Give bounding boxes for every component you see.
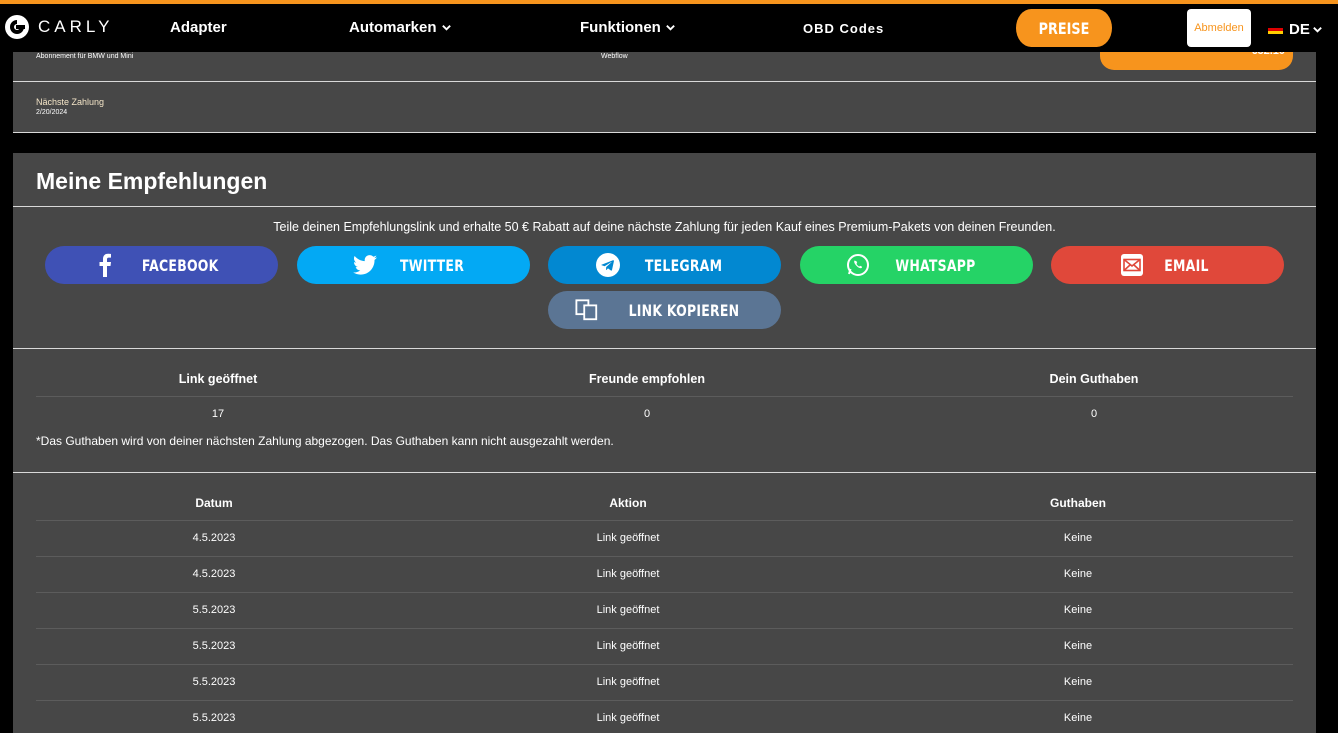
divider <box>13 472 1316 473</box>
table-row-divider <box>36 700 1293 701</box>
table-row-divider <box>36 556 1293 557</box>
nav-automarken[interactable]: Automarken <box>349 19 452 36</box>
stat-value-link-opened: 17 <box>211 408 225 420</box>
nav-automarken-label: Automarken <box>349 19 437 36</box>
table-row-divider <box>36 664 1293 665</box>
divider <box>13 132 1316 133</box>
divider <box>13 206 1316 207</box>
chevron-down-icon <box>666 25 675 31</box>
subscription-card: Abonnement für BMW und Mini Webflow €32.… <box>13 45 1316 133</box>
history-cell-action: Link geöffnet <box>596 568 660 580</box>
carly-logo-icon <box>5 15 29 39</box>
share-telegram-button[interactable]: TELEGRAM <box>548 246 781 284</box>
history-cell-action: Link geöffnet <box>596 532 660 544</box>
history-cell-credit: Keine <box>1063 568 1093 580</box>
share-email-button[interactable]: EMAIL <box>1051 246 1284 284</box>
language-selector[interactable]: DE <box>1268 21 1323 38</box>
history-cell-credit: Keine <box>1063 532 1093 544</box>
share-telegram-label: TELEGRAM <box>644 255 723 275</box>
referrals-section: Meine Empfehlungen Teile deinen Empfehlu… <box>13 153 1316 733</box>
history-cell-date: 5.5.2023 <box>192 712 236 724</box>
referrals-description: Teile deinen Empfehlungslink und erhalte… <box>273 220 1056 234</box>
nav-obd-codes-label: OBD Codes <box>803 21 885 36</box>
carly-logo[interactable]: CARLY <box>4 14 113 40</box>
history-cell-action: Link geöffnet <box>596 676 660 688</box>
nav-adapter[interactable]: Adapter <box>170 19 227 36</box>
share-email-label: EMAIL <box>1164 255 1209 275</box>
language-label: DE <box>1289 21 1310 38</box>
whatsapp-icon <box>846 253 870 277</box>
history-cell-date: 5.5.2023 <box>192 604 236 616</box>
subscription-product: Abonnement für BMW und Mini <box>36 53 134 60</box>
history-cell-action: Link geöffnet <box>596 640 660 652</box>
chevron-down-icon <box>1313 27 1322 33</box>
logo-text: CARLY <box>38 17 114 36</box>
divider <box>13 348 1316 349</box>
share-facebook-label: FACEBOOK <box>142 255 219 275</box>
top-navigation: CARLY Adapter Automarken Funktionen OBD … <box>0 0 1338 52</box>
history-cell-date: 4.5.2023 <box>192 532 236 544</box>
stat-value-credit: 0 <box>1090 408 1098 420</box>
abmelden-button[interactable]: Abmelden <box>1187 9 1251 47</box>
stat-header-link-opened: Link geöffnet <box>178 372 258 386</box>
history-cell-date: 5.5.2023 <box>192 676 236 688</box>
copy-icon <box>574 298 599 322</box>
history-cell-credit: Keine <box>1063 712 1093 724</box>
stat-header-credit: Dein Guthaben <box>1049 372 1139 386</box>
history-cell-action: Link geöffnet <box>596 604 660 616</box>
stat-value-friends-referred: 0 <box>643 408 651 420</box>
facebook-icon <box>93 253 117 277</box>
share-whatsapp-button[interactable]: WHATSAPP <box>800 246 1033 284</box>
copy-link-label: LINK KOPIEREN <box>628 300 739 320</box>
table-row-divider <box>36 592 1293 593</box>
next-payment-label: Nächste Zahlung <box>36 97 105 107</box>
telegram-icon <box>595 253 620 277</box>
share-twitter-button[interactable]: TWITTER <box>297 246 530 284</box>
subscription-provider: Webflow <box>601 53 628 60</box>
share-whatsapp-label: WHATSAPP <box>895 255 976 275</box>
copy-link-button[interactable]: LINK KOPIEREN <box>548 291 781 329</box>
preise-button[interactable]: PREISE <box>1016 9 1112 47</box>
history-cell-credit: Keine <box>1063 604 1093 616</box>
stat-header-friends-referred: Freunde empfohlen <box>589 372 705 386</box>
share-facebook-button[interactable]: FACEBOOK <box>45 246 278 284</box>
german-flag-icon <box>1268 24 1283 35</box>
table-row-divider <box>36 628 1293 629</box>
divider <box>36 520 1293 521</box>
referrals-title: Meine Empfehlungen <box>36 168 268 194</box>
history-header-date: Datum <box>195 496 233 510</box>
nav-funktionen[interactable]: Funktionen <box>580 19 676 36</box>
next-payment-date: 2/20/2024 <box>36 109 68 116</box>
nav-adapter-label: Adapter <box>170 19 227 36</box>
email-icon <box>1120 253 1144 277</box>
share-twitter-label: TWITTER <box>400 255 465 275</box>
history-cell-date: 4.5.2023 <box>192 568 236 580</box>
nav-funktionen-label: Funktionen <box>580 19 661 36</box>
twitter-icon <box>353 253 378 277</box>
history-cell-date: 5.5.2023 <box>192 640 236 652</box>
divider <box>36 396 1293 397</box>
history-header-action: Aktion <box>609 496 647 510</box>
history-cell-credit: Keine <box>1063 640 1093 652</box>
history-header-credit: Guthaben <box>1050 496 1106 510</box>
history-cell-credit: Keine <box>1063 676 1093 688</box>
history-cell-action: Link geöffnet <box>596 712 660 724</box>
chevron-down-icon <box>441 25 451 31</box>
nav-obd-codes[interactable]: OBD Codes <box>803 21 884 36</box>
credit-note: *Das Guthaben wird von deiner nächsten Z… <box>36 434 614 448</box>
